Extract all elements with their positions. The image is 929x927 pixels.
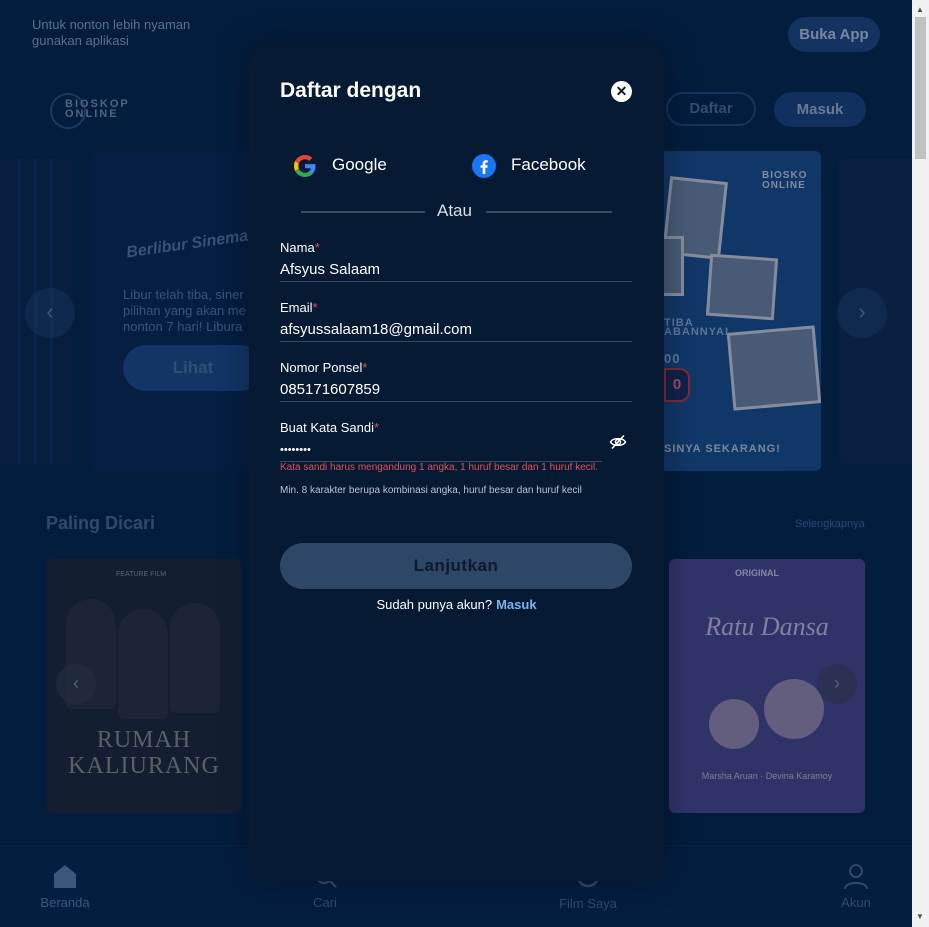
scroll-up-icon[interactable]: ▲	[916, 5, 924, 14]
or-separator: Atau	[437, 201, 472, 220]
password-label: Buat Kata Sandi*	[280, 420, 380, 435]
password-hint: Min. 8 karakter berupa kombinasi angka, …	[280, 485, 582, 496]
google-icon	[294, 155, 316, 177]
password-input[interactable]	[280, 438, 602, 462]
page-scrollbar[interactable]: ▲ ▼	[912, 0, 929, 927]
facebook-icon	[472, 154, 496, 178]
name-label: Nama*	[280, 240, 320, 255]
name-input[interactable]	[280, 258, 632, 282]
phone-label: Nomor Ponsel*	[280, 360, 368, 375]
phone-input[interactable]	[280, 378, 632, 402]
scrollbar-thumb[interactable]	[915, 17, 926, 159]
email-field: Email*	[280, 300, 632, 344]
password-field: Buat Kata Sandi*	[280, 420, 632, 464]
google-signup-button[interactable]: Google	[292, 150, 432, 182]
have-account-text: Sudah punya akun?	[376, 597, 493, 612]
scroll-down-icon[interactable]: ▼	[916, 912, 924, 921]
modal-title: Daftar dengan	[280, 79, 422, 102]
eye-off-icon[interactable]	[609, 433, 627, 451]
phone-field: Nomor Ponsel*	[280, 360, 632, 404]
continue-button[interactable]: Lanjutkan	[280, 543, 632, 589]
login-prompt: Sudah punya akun? Masuk	[249, 597, 664, 612]
divider-right	[486, 211, 612, 213]
login-link[interactable]: Masuk	[496, 597, 536, 612]
name-field: Nama*	[280, 240, 632, 284]
facebook-signup-button[interactable]: Facebook	[471, 150, 631, 182]
divider-left	[301, 211, 425, 213]
page: Untuk nonton lebih nyaman gunakan aplika…	[0, 0, 912, 927]
google-label: Google	[332, 155, 387, 174]
email-input[interactable]	[280, 318, 632, 342]
facebook-label: Facebook	[511, 155, 586, 174]
email-label: Email*	[280, 300, 318, 315]
register-modal: Daftar dengan ✕ Google Facebook Atau Nam…	[249, 46, 664, 881]
close-icon[interactable]: ✕	[611, 81, 632, 102]
password-error: Kata sandi harus mengandung 1 angka, 1 h…	[280, 462, 598, 473]
